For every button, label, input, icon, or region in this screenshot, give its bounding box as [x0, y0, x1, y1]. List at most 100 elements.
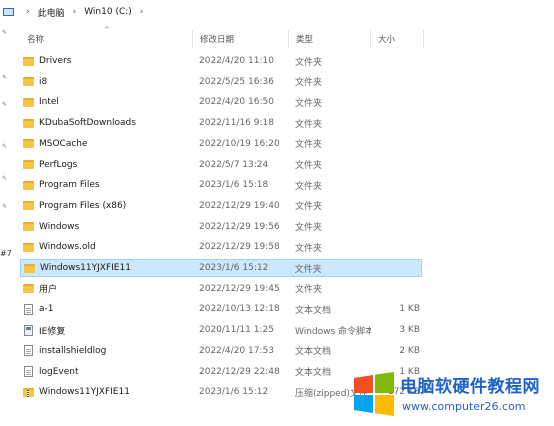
file-row[interactable]: Program Files (x86) 2022/12/29 19:40 文件夹 [20, 197, 422, 215]
file-row[interactable]: Drivers 2022/4/20 11:10 文件夹 [20, 52, 422, 70]
file-row[interactable]: installshieldlog 2022/4/20 17:53 文本文档 2 KB [20, 342, 422, 360]
file-date: 2022/11/16 9:18 [199, 118, 274, 129]
file-name: IE修复 [39, 326, 66, 337]
file-date: 2022/5/25 16:36 [199, 76, 274, 87]
column-header-type[interactable]: 类型 [289, 30, 371, 48]
zip-folder-icon [23, 387, 34, 397]
file-name-cell: Program Files (x86) [20, 197, 193, 215]
file-date: 2022/12/29 19:40 [199, 200, 280, 211]
pin-icon: ✎ [2, 203, 8, 210]
file-name-cell: a-1 [20, 300, 193, 318]
file-size: 1 KB [399, 304, 420, 315]
file-name-cell: Windows.old [20, 238, 193, 256]
file-name-cell: installshieldlog [20, 342, 193, 360]
breadcrumb-drive-c[interactable]: Win10 (C:) [84, 7, 132, 17]
file-size [371, 238, 422, 256]
file-name: Windows [39, 221, 80, 232]
file-date: 2022/12/29 19:58 [199, 242, 280, 253]
column-header-name-label: 名称 [27, 35, 45, 45]
folder-icon [23, 139, 34, 149]
navigation-pane: ✎ ✎ ✎ ✎ ✎ ✎ #7 [0, 24, 12, 426]
file-size [371, 114, 422, 132]
file-type: 文件夹 [294, 264, 322, 275]
file-name: PerfLogs [39, 159, 78, 170]
breadcrumb-separator-icon[interactable]: › [73, 7, 77, 17]
watermark-url: www.computer26.com [402, 400, 526, 413]
file-size: 3 KB [399, 325, 420, 336]
file-date: 2022/12/29 19:45 [199, 283, 280, 294]
sort-ascending-icon: ^ [104, 26, 110, 34]
file-date: 2022/10/19 16:20 [199, 138, 280, 149]
column-header-type-label: 类型 [296, 35, 314, 45]
file-type: 文件夹 [295, 223, 323, 234]
file-name-cell: Drivers [20, 52, 193, 70]
text-file-icon [24, 366, 33, 377]
file-row[interactable]: KDubaSoftDownloads 2022/11/16 9:18 文件夹 [20, 114, 422, 132]
text-file-icon [24, 345, 33, 357]
file-size [371, 280, 422, 298]
file-type: 文件夹 [295, 181, 323, 192]
file-type: 文件夹 [295, 285, 323, 296]
folder-icon [23, 201, 34, 211]
breadcrumb-separator-icon[interactable]: › [140, 7, 144, 17]
file-row[interactable]: a-1 2022/10/13 12:18 文本文档 1 KB [20, 300, 422, 318]
this-pc-icon[interactable] [2, 7, 14, 17]
column-header: 名称 ^ 修改日期 类型 大小 [20, 26, 424, 48]
folder-icon [23, 284, 34, 294]
file-name: logEvent [39, 366, 79, 377]
breadcrumb-separator-icon[interactable]: › [26, 7, 30, 17]
file-row[interactable]: Windows.old 2022/12/29 19:58 文件夹 [20, 238, 422, 256]
file-name: MSOCache [39, 138, 88, 149]
file-name: installshieldlog [39, 345, 107, 356]
file-date: 2022/4/20 17:53 [199, 345, 274, 356]
text-file-icon [24, 303, 33, 315]
file-row[interactable]: MSOCache 2022/10/19 16:20 文件夹 [20, 135, 422, 153]
file-name-cell: Intel [20, 93, 193, 111]
file-type: 文件夹 [295, 78, 323, 89]
file-size [371, 135, 422, 153]
file-type: 文件夹 [295, 119, 323, 130]
file-name-cell: MSOCache [20, 135, 193, 153]
file-type: 文件夹 [295, 140, 323, 151]
file-size [371, 52, 422, 70]
file-size [371, 93, 422, 111]
file-row[interactable]: Windows11YJXFIE11 2023/1/6 15:12 文件夹 [20, 259, 422, 277]
file-name-cell: IE修复 [20, 321, 193, 339]
file-name-cell: i8 [20, 73, 193, 91]
file-date: 2020/11/11 1:25 [199, 325, 274, 336]
file-size [371, 218, 422, 236]
file-date: 2022/12/29 22:48 [199, 366, 280, 377]
file-name: Program Files [39, 180, 100, 191]
column-header-size[interactable]: 大小 [371, 30, 424, 48]
file-row[interactable]: Intel 2022/4/20 16:50 文件夹 [20, 93, 422, 111]
file-row[interactable]: PerfLogs 2022/5/7 13:24 文件夹 [20, 156, 422, 174]
folder-icon [24, 263, 35, 273]
file-row[interactable]: Windows 2022/12/29 19:56 文件夹 [20, 218, 422, 236]
column-header-name[interactable]: 名称 ^ [20, 26, 193, 48]
watermark-title: 电脑软硬件教程网 [400, 377, 540, 397]
file-name-cell: logEvent [20, 363, 193, 381]
file-size [371, 197, 422, 215]
file-type: 文件夹 [295, 161, 323, 171]
file-name-cell: Windows [20, 218, 193, 236]
sidebar-item-label[interactable]: #7 [0, 249, 12, 258]
file-date: 2022/5/7 13:24 [199, 159, 269, 170]
column-header-date[interactable]: 修改日期 [193, 30, 289, 48]
file-row[interactable]: IE修复 2020/11/11 1:25 Windows 命令脚本 3 KB [20, 321, 422, 339]
file-row[interactable]: Program Files 2023/1/6 15:18 文件夹 [20, 176, 422, 194]
pin-icon: ✎ [2, 143, 8, 150]
windows-logo-icon [354, 372, 394, 416]
file-row[interactable]: 用户 2022/12/29 19:45 文件夹 [20, 280, 422, 298]
file-name-cell: Windows11YJXFIE11 [20, 383, 193, 401]
folder-icon [23, 77, 34, 87]
file-type: 文件夹 [295, 57, 323, 68]
file-size [371, 73, 422, 91]
breadcrumb-this-pc[interactable]: 此电脑 [38, 6, 65, 19]
file-type: 文件夹 [295, 202, 323, 213]
column-header-size-label: 大小 [378, 35, 396, 45]
file-name: Program Files (x86) [39, 200, 127, 211]
pin-icon: ✎ [2, 101, 8, 108]
file-row[interactable]: i8 2022/5/25 16:36 文件夹 [20, 73, 422, 91]
file-type: Windows 命令脚本 [295, 326, 371, 337]
file-name: i8 [39, 76, 48, 87]
